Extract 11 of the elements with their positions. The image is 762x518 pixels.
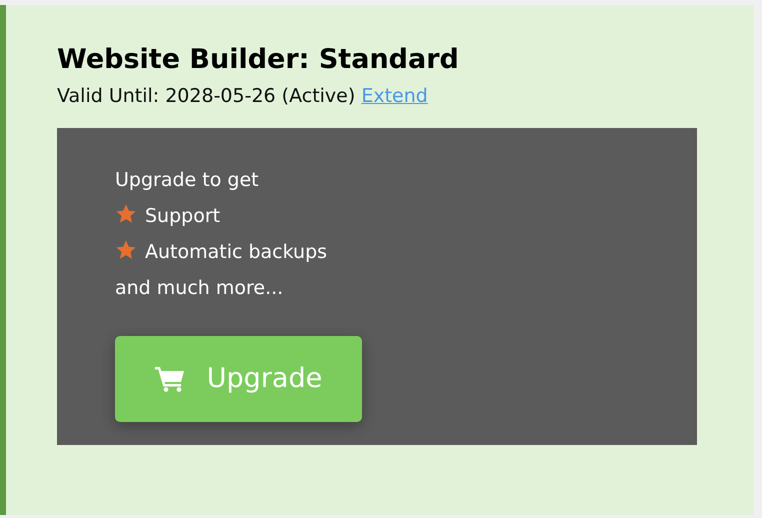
feature-text: Automatic backups [145, 241, 328, 263]
upgrade-button[interactable]: Upgrade [115, 336, 362, 422]
outro-text: and much more... [115, 276, 284, 301]
feature-text: Support [145, 205, 220, 227]
intro-text: Upgrade to get [115, 168, 260, 193]
validity-text: Valid Until: 2028-05-26 (Active) [57, 85, 356, 107]
product-title: Website Builder: Standard [57, 43, 460, 77]
cart-icon [154, 366, 185, 392]
extend-link[interactable]: Extend [361, 85, 428, 107]
star-icon [115, 239, 137, 261]
star-icon [115, 203, 137, 225]
